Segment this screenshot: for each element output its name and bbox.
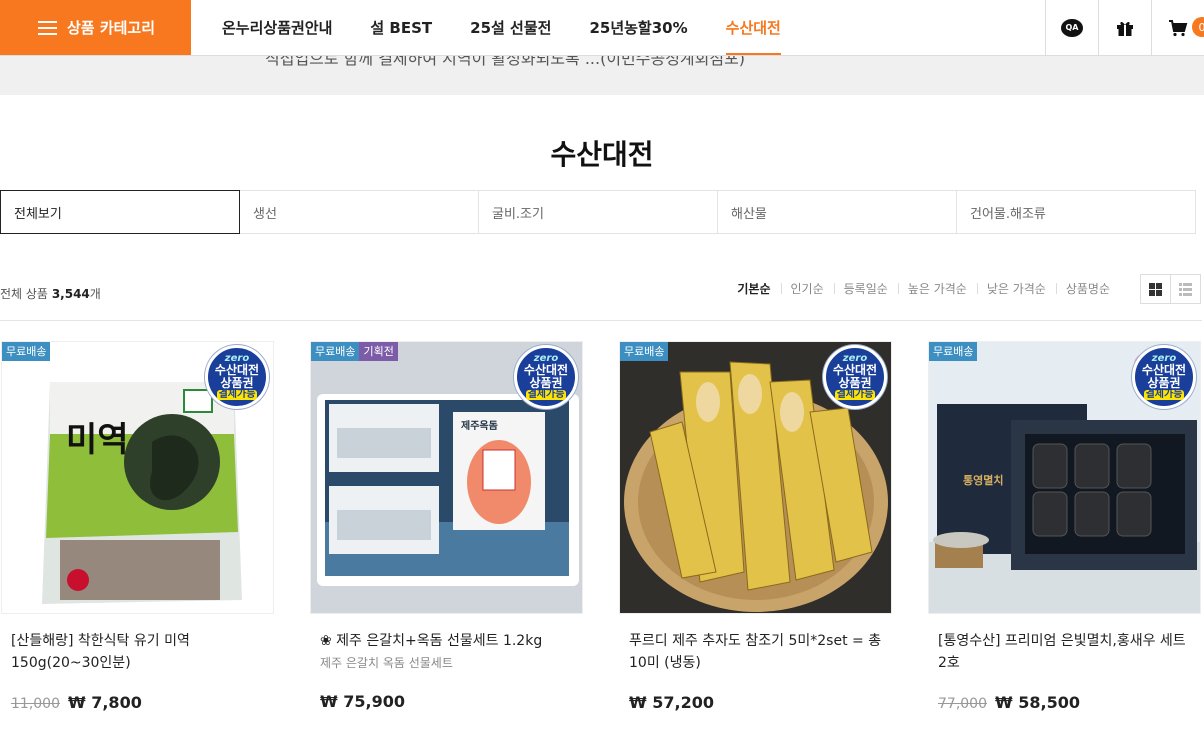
sale-price: ₩ 57,200 bbox=[629, 693, 714, 712]
special-label: 기획전 bbox=[359, 342, 398, 361]
total-count-number: 3,544 bbox=[51, 287, 90, 301]
free-shipping-label: 무료배송 bbox=[311, 342, 360, 361]
main-menu: 온누리상품권안내 설 BEST 25설 선물전 25년농할30% 수산대전 bbox=[222, 0, 819, 55]
sort-newest[interactable]: 등록일순 bbox=[833, 280, 898, 297]
product-name[interactable]: 푸르디 제주 추자도 참조기 5미*2set = 총 10미 (냉동) bbox=[619, 630, 892, 674]
category-tabs: 전체보기 생선 굴비.조기 해산물 건어물.해조류 bbox=[0, 190, 1202, 234]
sort-price-high[interactable]: 높은 가격순 bbox=[897, 280, 977, 297]
list-icon bbox=[1179, 282, 1192, 296]
cart-button[interactable]: 0 bbox=[1151, 0, 1204, 55]
sale-price: ₩ 58,500 bbox=[995, 693, 1080, 712]
voucher-badge: zero 수산대전 상품권 결제가능 bbox=[1132, 345, 1196, 409]
original-price: 77,000 bbox=[938, 696, 987, 712]
tab-all[interactable]: 전체보기 bbox=[0, 190, 240, 234]
sale-price: ₩ 7,800 bbox=[68, 693, 142, 712]
voucher-badge: zero 수산대전 상품권 결제가능 bbox=[514, 345, 578, 409]
sort-popular[interactable]: 인기순 bbox=[780, 280, 834, 297]
sale-price: ₩ 75,900 bbox=[320, 692, 405, 711]
product-image[interactable]: 무료배송 zero 수산대전 상품권 결제가능 미역 bbox=[1, 341, 274, 614]
menu-item-discount[interactable]: 25년농할30% bbox=[589, 0, 687, 55]
sort-price-low[interactable]: 낮은 가격순 bbox=[976, 280, 1056, 297]
list-view-button[interactable] bbox=[1170, 274, 1201, 304]
voucher-badge: zero 수산대전 상품권 결제가능 bbox=[823, 345, 887, 409]
category-button-label: 상품 카테고리 bbox=[67, 19, 156, 37]
notice-banner: 직접입으로 함께 결제하여 지역이 활성화되도록 ...(이번수공성계회점포) bbox=[0, 56, 1204, 95]
product-name[interactable]: ❀ 제주 은갈치+옥돔 선물세트 1.2kg bbox=[310, 630, 583, 652]
menu-item-onnuri[interactable]: 온누리상품권안내 bbox=[222, 0, 332, 55]
free-shipping-label: 무료배송 bbox=[929, 342, 978, 361]
product-card[interactable]: 무료배송 zero 수산대전 상품권 결제가능 미역 [산들해랑] 착한식탁 유기 미… bbox=[1, 341, 274, 712]
qa-icon: QA bbox=[1061, 18, 1083, 37]
price-row: 11,000 ₩ 7,800 bbox=[11, 693, 142, 712]
gift-icon bbox=[1117, 21, 1133, 36]
product-card[interactable]: 무료배송 zero 수산대전 상품권 결제가능 통영멸치 [통영수산] 프리미엄… bbox=[928, 341, 1201, 712]
menu-item-gift[interactable]: 25설 선물전 bbox=[470, 0, 551, 55]
sort-default[interactable]: 기본순 bbox=[727, 280, 780, 297]
free-shipping-label: 무료배송 bbox=[2, 342, 51, 361]
product-subtitle: 제주 은갈치 옥돔 선물세트 bbox=[320, 656, 453, 670]
voucher-badge: zero 수산대전 상품권 결제가능 bbox=[205, 345, 269, 409]
notice-text: 직접입으로 함께 결제하여 지역이 활성화되도록 ...(이번수공성계회점포) bbox=[265, 56, 746, 68]
gift-button[interactable] bbox=[1098, 0, 1151, 55]
cart-icon bbox=[1169, 19, 1188, 36]
cart-count-badge: 0 bbox=[1192, 17, 1204, 37]
product-image-caption: 통영멸치 bbox=[963, 474, 1004, 487]
total-count: 전체 상품 3,544개 bbox=[0, 287, 101, 301]
product-card[interactable]: 무료배송 zero 수산대전 상품권 결제가능 푸르디 제주 추자도 참조기 5미*2… bbox=[619, 341, 892, 712]
product-name[interactable]: [통영수산] 프리미엄 은빛멸치,홍새우 세트 2호 bbox=[928, 630, 1201, 674]
free-shipping-label: 무료배송 bbox=[620, 342, 669, 361]
view-toggle bbox=[1140, 274, 1201, 304]
product-image[interactable]: 무료배송 기획전 zero 수산대전 상품권 결제가능 제주옥돔 bbox=[310, 341, 583, 614]
product-card[interactable]: 무료배송 기획전 zero 수산대전 상품권 결제가능 제주옥돔 ❀ 제주 은갈치+옥… bbox=[310, 341, 583, 711]
original-price: 11,000 bbox=[11, 696, 60, 712]
hamburger-icon bbox=[38, 20, 57, 35]
nav-icon-group: QA 0 bbox=[1045, 0, 1204, 55]
sort-name[interactable]: 상품명순 bbox=[1055, 280, 1120, 297]
tab-dried-seaweed[interactable]: 건어물.해조류 bbox=[956, 190, 1196, 234]
category-menu-button[interactable]: 상품 카테고리 bbox=[0, 0, 191, 55]
grid-icon bbox=[1149, 282, 1162, 296]
product-image-caption: 제주옥돔 bbox=[461, 421, 498, 432]
price-row: ₩ 75,900 bbox=[320, 692, 405, 711]
toolbar-divider bbox=[0, 320, 1202, 321]
tab-fish[interactable]: 생선 bbox=[239, 190, 479, 234]
grid-view-button[interactable] bbox=[1140, 274, 1171, 304]
price-row: 77,000 ₩ 58,500 bbox=[938, 693, 1080, 712]
product-image[interactable]: 무료배송 zero 수산대전 상품권 결제가능 bbox=[619, 341, 892, 614]
qa-button[interactable]: QA bbox=[1045, 0, 1098, 55]
top-navigation: 상품 카테고리 온누리상품권안내 설 BEST 25설 선물전 25년농할30%… bbox=[0, 0, 1204, 56]
product-image[interactable]: 무료배송 zero 수산대전 상품권 결제가능 통영멸치 bbox=[928, 341, 1201, 614]
tab-seafood[interactable]: 해산물 bbox=[717, 190, 957, 234]
product-image-caption: 미역 bbox=[66, 420, 129, 460]
sort-options: 기본순 인기순 등록일순 높은 가격순 낮은 가격순 상품명순 bbox=[727, 280, 1120, 297]
tab-croaker[interactable]: 굴비.조기 bbox=[478, 190, 718, 234]
menu-item-seafood[interactable]: 수산대전 bbox=[725, 0, 782, 55]
product-name[interactable]: [산들해랑] 착한식탁 유기 미역 150g(20~30인분) bbox=[1, 630, 274, 674]
menu-item-best[interactable]: 설 BEST bbox=[370, 0, 432, 55]
price-row: ₩ 57,200 bbox=[629, 693, 714, 712]
page-title: 수산대전 bbox=[550, 138, 654, 171]
